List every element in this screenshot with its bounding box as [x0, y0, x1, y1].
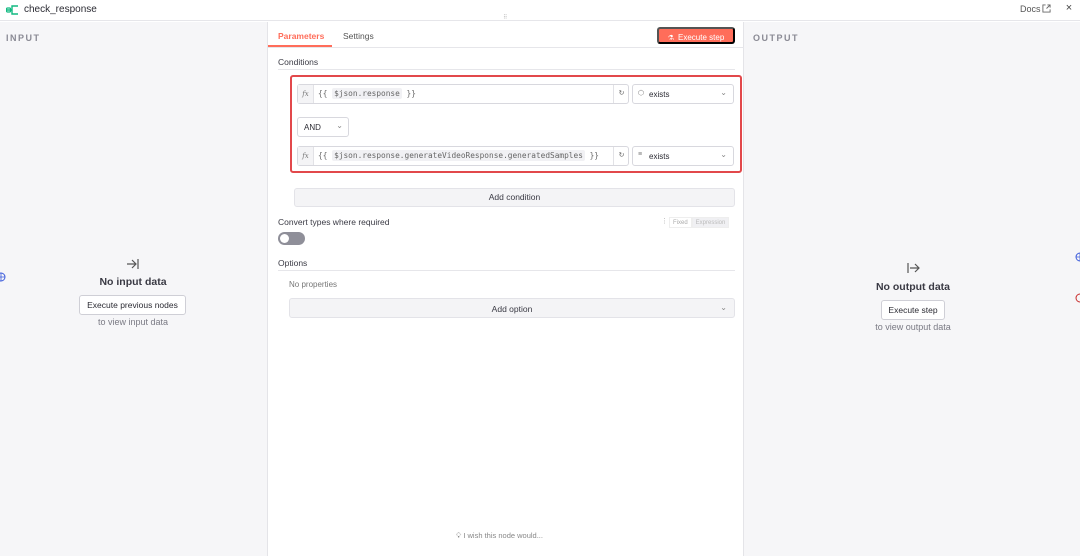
globe-icon[interactable]: [1075, 252, 1080, 262]
condition-row: fx {{ $json.response }} ↻ ⬡ exists ⌄: [297, 84, 734, 104]
drag-handle-icon[interactable]: ⠿: [503, 14, 507, 21]
expression-open-brace: {{: [318, 151, 333, 160]
top-bar: check_response Docs ×: [0, 0, 1080, 21]
condition-operator-select[interactable]: ⬡ exists ⌄: [632, 84, 734, 104]
tab-parameters[interactable]: Parameters: [278, 31, 324, 41]
expression-value: $json.response.generateVideoResponse.gen…: [332, 150, 585, 161]
more-options-icon[interactable]: ⋮: [661, 217, 668, 225]
toggle-knob: [280, 234, 289, 243]
chevron-down-icon: ⌄: [720, 150, 727, 159]
parameters-panel: Parameters Settings ⚗ Execute step Condit…: [267, 22, 745, 556]
operator-label: exists: [649, 90, 670, 99]
conditions-title: Conditions: [278, 57, 319, 67]
options-title: Options: [278, 258, 308, 268]
arrow-to-line-right-icon: [127, 259, 139, 269]
execute-step-button[interactable]: ⚗ Execute step: [657, 27, 735, 44]
arrow-from-line-right-icon: [907, 263, 920, 273]
output-panel: OUTPUT No output data Execute step to vi…: [744, 22, 1080, 556]
close-icon[interactable]: ×: [1063, 2, 1075, 14]
condition-row: fx {{ $json.response.generateVideoRespon…: [297, 146, 734, 166]
add-option-select[interactable]: Add option ⌄: [289, 298, 735, 318]
no-input-data-title: No input data: [99, 276, 167, 288]
conditions-highlight-box: fx {{ $json.response }} ↻ ⬡ exists ⌄ AND…: [290, 75, 742, 173]
options-divider: [278, 270, 735, 271]
list-icon: ≡: [638, 151, 643, 158]
fixed-expression-toggle[interactable]: Fixed Expression: [669, 217, 730, 228]
globe-icon[interactable]: [0, 272, 6, 282]
execute-previous-nodes-button[interactable]: Execute previous nodes: [79, 295, 186, 315]
drag-swap-icon[interactable]: ↻: [613, 85, 629, 103]
external-link-icon[interactable]: [1042, 4, 1051, 13]
add-condition-button[interactable]: Add condition: [294, 188, 735, 207]
if-node-icon: [6, 5, 18, 15]
conditions-divider: [278, 69, 735, 70]
input-panel: INPUT No input data Execute previous nod…: [0, 22, 267, 556]
condition-left-value-field[interactable]: fx {{ $json.response }} ↻: [297, 84, 629, 104]
output-panel-label: OUTPUT: [753, 33, 799, 43]
expression-fx-icon: fx: [298, 85, 314, 103]
convert-types-label: Convert types where required: [278, 217, 390, 227]
expression-open-brace: {{: [318, 89, 333, 98]
circle-icon[interactable]: [1075, 293, 1080, 303]
input-panel-label: INPUT: [6, 33, 41, 43]
add-option-label: Add option: [491, 304, 533, 314]
expression-close-brace: }}: [584, 151, 599, 160]
cube-icon: ⬡: [638, 90, 645, 97]
docs-link[interactable]: Docs: [1020, 4, 1041, 14]
mode-fixed[interactable]: Fixed: [669, 217, 692, 228]
combinator-select[interactable]: AND ⌄: [297, 117, 349, 137]
chevron-down-icon: ⌄: [336, 121, 343, 130]
feedback-link[interactable]: 💡︎ I wish this node would...: [456, 531, 543, 541]
expression-close-brace: }}: [401, 89, 416, 98]
condition-left-value-field[interactable]: fx {{ $json.response.generateVideoRespon…: [297, 146, 629, 166]
no-properties-text: No properties: [289, 280, 338, 289]
condition-operator-select[interactable]: ≡ exists ⌄: [632, 146, 734, 166]
chevron-down-icon: ⌄: [720, 303, 727, 312]
feedback-text: I wish this node would...: [463, 531, 543, 540]
combinator-label: AND: [304, 123, 321, 132]
tab-bar: Parameters Settings ⚗ Execute step: [268, 22, 745, 48]
mode-expression[interactable]: Expression: [691, 217, 730, 228]
flask-icon: ⚗: [667, 35, 675, 42]
node-title[interactable]: check_response: [24, 4, 97, 15]
tab-settings[interactable]: Settings: [343, 31, 374, 41]
expression-fx-icon: fx: [298, 147, 314, 165]
active-tab-indicator: [268, 45, 332, 47]
convert-types-toggle[interactable]: [278, 232, 305, 245]
no-output-data-title: No output data: [875, 281, 951, 293]
operator-label: exists: [649, 152, 670, 161]
output-hint: to view output data: [875, 322, 951, 332]
drag-swap-icon[interactable]: ↻: [613, 147, 629, 165]
expression-value: $json.response: [332, 88, 402, 99]
chevron-down-icon: ⌄: [720, 88, 727, 97]
execute-step-label: Execute step: [678, 33, 725, 42]
input-hint: to view input data: [97, 317, 169, 327]
execute-step-output-button[interactable]: Execute step: [881, 300, 945, 320]
